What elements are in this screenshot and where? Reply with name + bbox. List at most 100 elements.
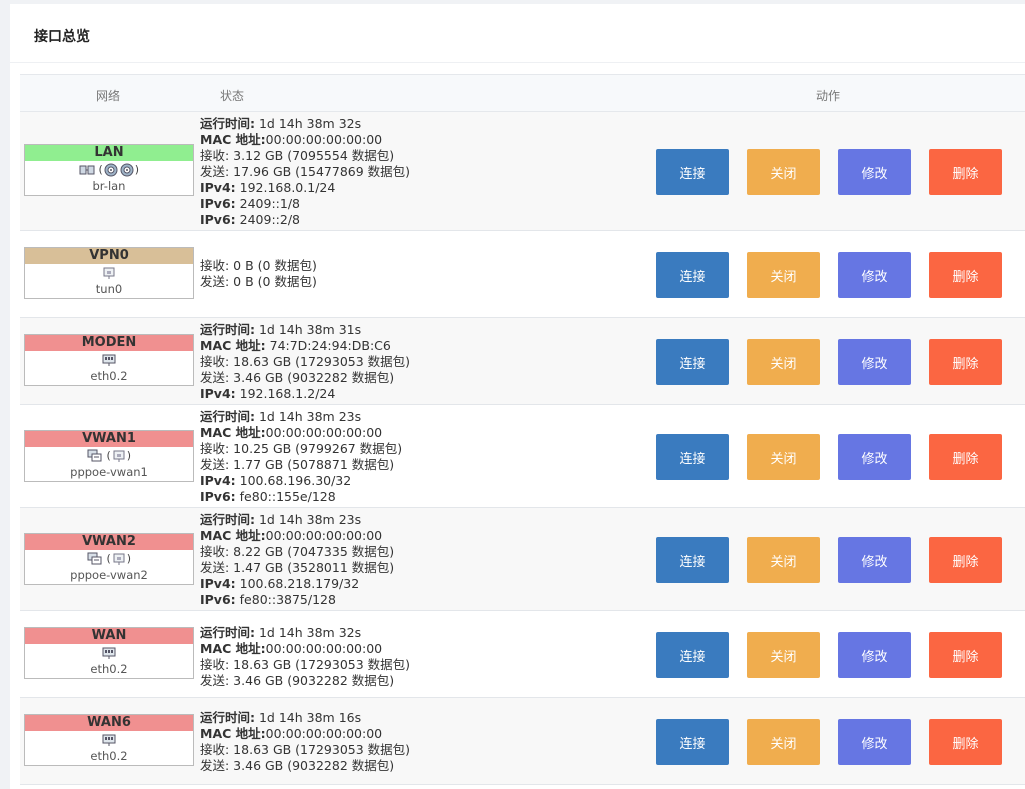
status-line: 接收: 8.22 GB (7047335 数据包) <box>200 544 394 560</box>
delete-button[interactable]: 删除 <box>929 434 1002 480</box>
delete-button[interactable]: 删除 <box>929 719 1002 765</box>
status-line: 运行时间: 1d 14h 38m 32s <box>200 116 410 132</box>
tunnel-icon <box>101 266 117 279</box>
status-line: 运行时间: 1d 14h 38m 16s <box>200 710 410 726</box>
status-line: MAC 地址:00:00:00:00:00:00 <box>200 641 410 657</box>
close-button[interactable]: 关闭 <box>747 537 820 583</box>
status-line: 运行时间: 1d 14h 38m 23s <box>200 409 402 425</box>
status-line: MAC 地址:00:00:00:00:00:00 <box>200 726 410 742</box>
status-line: 接收: 18.63 GB (17293053 数据包) <box>200 354 410 370</box>
status-value: 发送: 0 B (0 数据包) <box>200 274 317 289</box>
status-key: IPv6: <box>200 592 236 607</box>
status-value: 100.68.218.179/32 <box>235 576 360 591</box>
edit-button[interactable]: 修改 <box>838 339 911 385</box>
edit-button[interactable]: 修改 <box>838 252 911 298</box>
interface-name: LAN <box>25 145 193 161</box>
interface-status: 运行时间: 1d 14h 38m 32s MAC 地址:00:00:00:00:0… <box>200 625 410 689</box>
interfaces-table: 网络 状态 动作 LAN () br-lan 运行时间: 1d 14h 38m 32… <box>20 74 1025 785</box>
status-line: 接收: 0 B (0 数据包) <box>200 258 317 274</box>
status-key: MAC 地址: <box>200 132 266 147</box>
status-line: 发送: 0 B (0 数据包) <box>200 274 317 290</box>
status-line: 接收: 3.12 GB (7095554 数据包) <box>200 148 410 164</box>
edit-button[interactable]: 修改 <box>838 537 911 583</box>
connect-button[interactable]: 连接 <box>656 252 729 298</box>
interface-icons: () <box>25 447 193 465</box>
edit-button[interactable]: 修改 <box>838 719 911 765</box>
connect-button[interactable]: 连接 <box>656 149 729 195</box>
status-value: 发送: 1.77 GB (5078871 数据包) <box>200 457 395 472</box>
status-line: IPv4: 192.168.0.1/24 <box>200 180 410 196</box>
delete-button[interactable]: 删除 <box>929 632 1002 678</box>
interface-icons: () <box>25 550 193 568</box>
interface-icons <box>25 644 193 662</box>
interface-name: VWAN1 <box>25 431 193 447</box>
status-line: 发送: 3.46 GB (9032282 数据包) <box>200 673 410 689</box>
interface-status: 运行时间: 1d 14h 38m 23s MAC 地址:00:00:00:00:0… <box>200 409 402 505</box>
close-button[interactable]: 关闭 <box>747 339 820 385</box>
tunnel-icon <box>111 449 127 462</box>
status-value: 接收: 18.63 GB (17293053 数据包) <box>200 742 411 757</box>
status-value: 1d 14h 38m 32s <box>255 116 362 131</box>
bridge-icon <box>79 163 95 176</box>
status-line: 运行时间: 1d 14h 38m 32s <box>200 625 410 641</box>
status-value: 1d 14h 38m 32s <box>255 625 362 640</box>
connect-button[interactable]: 连接 <box>656 434 729 480</box>
interface-name: WAN6 <box>25 715 193 731</box>
status-line: 发送: 3.46 GB (9032282 数据包) <box>200 758 410 774</box>
status-value: 192.168.1.2/24 <box>235 386 336 401</box>
edit-button[interactable]: 修改 <box>838 434 911 480</box>
interface-status: 接收: 0 B (0 数据包) 发送: 0 B (0 数据包) <box>200 258 317 290</box>
status-value: 74:7D:24:94:DB:C6 <box>265 338 391 353</box>
status-value: 接收: 3.12 GB (7095554 数据包) <box>200 148 395 163</box>
interface-device: eth0.2 <box>90 369 128 383</box>
status-line: 运行时间: 1d 14h 38m 31s <box>200 322 410 338</box>
status-value: 1d 14h 38m 31s <box>255 322 362 337</box>
status-line: 运行时间: 1d 14h 38m 23s <box>200 512 394 528</box>
interface-status: 运行时间: 1d 14h 38m 31s MAC 地址: 74:7D:24:94:… <box>200 322 410 402</box>
delete-button[interactable]: 删除 <box>929 252 1002 298</box>
status-line: IPv4: 100.68.218.179/32 <box>200 576 394 592</box>
close-button[interactable]: 关闭 <box>747 149 820 195</box>
status-key: IPv4: <box>200 576 236 591</box>
status-value: 发送: 3.46 GB (9032282 数据包) <box>200 370 395 385</box>
delete-button[interactable]: 删除 <box>929 339 1002 385</box>
status-key: IPv6: <box>200 489 236 504</box>
status-key: IPv6: <box>200 196 236 211</box>
status-line: IPv4: 192.168.1.2/24 <box>200 386 410 402</box>
status-line: 发送: 1.47 GB (3528011 数据包) <box>200 560 394 576</box>
status-value: 接收: 0 B (0 数据包) <box>200 258 317 273</box>
close-button[interactable]: 关闭 <box>747 719 820 765</box>
status-line: IPv6: 2409::1/8 <box>200 196 410 212</box>
connect-button[interactable]: 连接 <box>656 719 729 765</box>
status-value: 发送: 1.47 GB (3528011 数据包) <box>200 560 395 575</box>
delete-button[interactable]: 删除 <box>929 149 1002 195</box>
connect-button[interactable]: 连接 <box>656 537 729 583</box>
delete-button[interactable]: 删除 <box>929 537 1002 583</box>
close-button[interactable]: 关闭 <box>747 252 820 298</box>
pppoe-icon <box>87 449 103 462</box>
status-value: 接收: 8.22 GB (7047335 数据包) <box>200 544 395 559</box>
status-line: IPv6: fe80::3875/128 <box>200 592 394 608</box>
status-line: 接收: 10.25 GB (9799267 数据包) <box>200 441 402 457</box>
close-button[interactable]: 关闭 <box>747 632 820 678</box>
connect-button[interactable]: 连接 <box>656 632 729 678</box>
status-line: IPv6: fe80::155e/128 <box>200 489 402 505</box>
table-row: LAN () br-lan 运行时间: 1d 14h 38m 32s MAC 地址:0… <box>20 112 1025 231</box>
interface-icons <box>25 731 193 749</box>
close-button[interactable]: 关闭 <box>747 434 820 480</box>
edit-button[interactable]: 修改 <box>838 149 911 195</box>
interface-device: br-lan <box>92 179 126 193</box>
table-row: WAN eth0.2 运行时间: 1d 14h 38m 32s MAC 地址:00:0… <box>20 611 1025 698</box>
status-key: 运行时间: <box>200 322 255 337</box>
connect-button[interactable]: 连接 <box>656 339 729 385</box>
status-value: 1d 14h 38m 23s <box>255 409 362 424</box>
status-key: IPv4: <box>200 180 236 195</box>
status-value: 00:00:00:00:00:00 <box>265 528 383 543</box>
interface-name: VWAN2 <box>25 534 193 550</box>
edit-button[interactable]: 修改 <box>838 632 911 678</box>
status-value: 00:00:00:00:00:00 <box>265 726 383 741</box>
interface-badge: VPN0 tun0 <box>24 247 194 299</box>
status-key: MAC 地址: <box>200 641 266 656</box>
status-line: IPv4: 100.68.196.30/32 <box>200 473 402 489</box>
status-value: 发送: 3.46 GB (9032282 数据包) <box>200 673 395 688</box>
